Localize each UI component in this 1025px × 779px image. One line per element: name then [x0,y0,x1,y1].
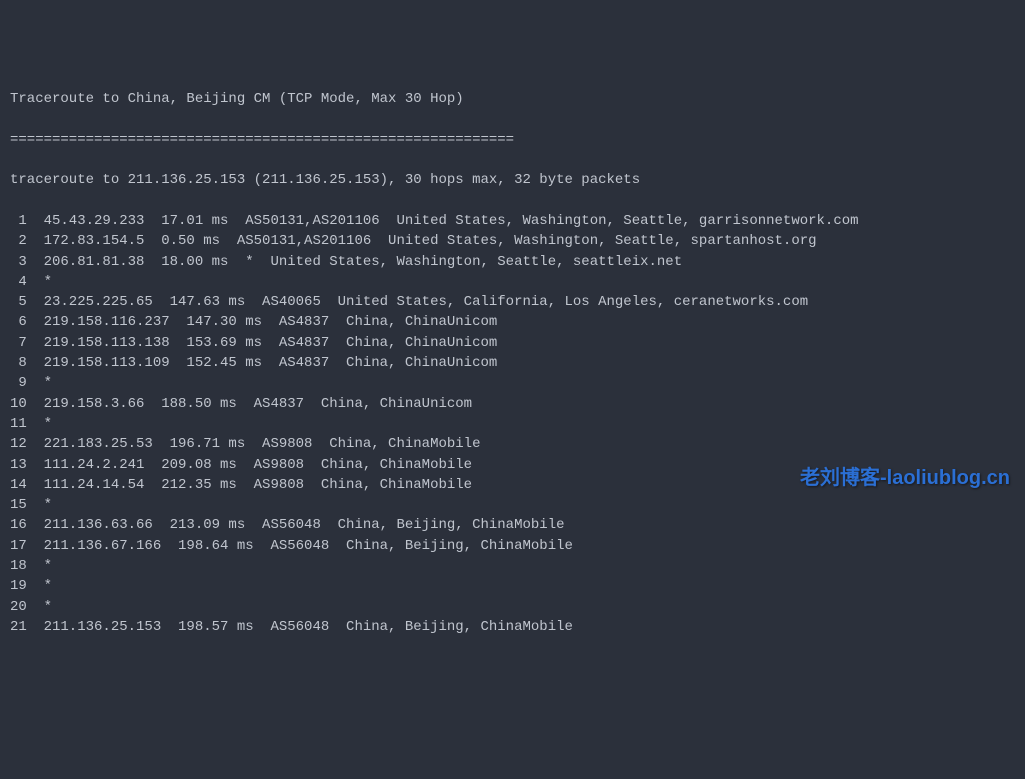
hop-row: 11 * [10,414,1015,434]
hop-row: 4 * [10,272,1015,292]
hop-row: 20 * [10,597,1015,617]
hop-row: 1 45.43.29.233 17.01 ms AS50131,AS201106… [10,211,1015,231]
watermark-en: -laoliublog.cn [880,467,1010,489]
hop-row: 16 211.136.63.66 213.09 ms AS56048 China… [10,515,1015,535]
hop-row: 8 219.158.113.109 152.45 ms AS4837 China… [10,353,1015,373]
hop-row: 7 219.158.113.138 153.69 ms AS4837 China… [10,333,1015,353]
hop-row: 15 * [10,495,1015,515]
hop-row: 2 172.83.154.5 0.50 ms AS50131,AS201106 … [10,231,1015,251]
traceroute-title: Traceroute to China, Beijing CM (TCP Mod… [10,89,1015,109]
hop-row: 17 211.136.67.166 198.64 ms AS56048 Chin… [10,536,1015,556]
traceroute-summary: traceroute to 211.136.25.153 (211.136.25… [10,170,1015,190]
hop-row: 10 219.158.3.66 188.50 ms AS4837 China, … [10,394,1015,414]
hop-row: 5 23.225.225.65 147.63 ms AS40065 United… [10,292,1015,312]
hop-row: 19 * [10,576,1015,596]
hop-row: 9 * [10,373,1015,393]
hop-row: 12 221.183.25.53 196.71 ms AS9808 China,… [10,434,1015,454]
hops-list: 1 45.43.29.233 17.01 ms AS50131,AS201106… [10,211,1015,637]
watermark: 老刘博客-laoliublog.cn [800,464,1010,493]
hop-row: 6 219.158.116.237 147.30 ms AS4837 China… [10,312,1015,332]
hop-row: 3 206.81.81.38 18.00 ms * United States,… [10,252,1015,272]
hop-row: 18 * [10,556,1015,576]
watermark-cn: 老刘博客 [800,467,880,489]
hop-row: 21 211.136.25.153 198.57 ms AS56048 Chin… [10,617,1015,637]
separator-line: ========================================… [10,130,1015,150]
